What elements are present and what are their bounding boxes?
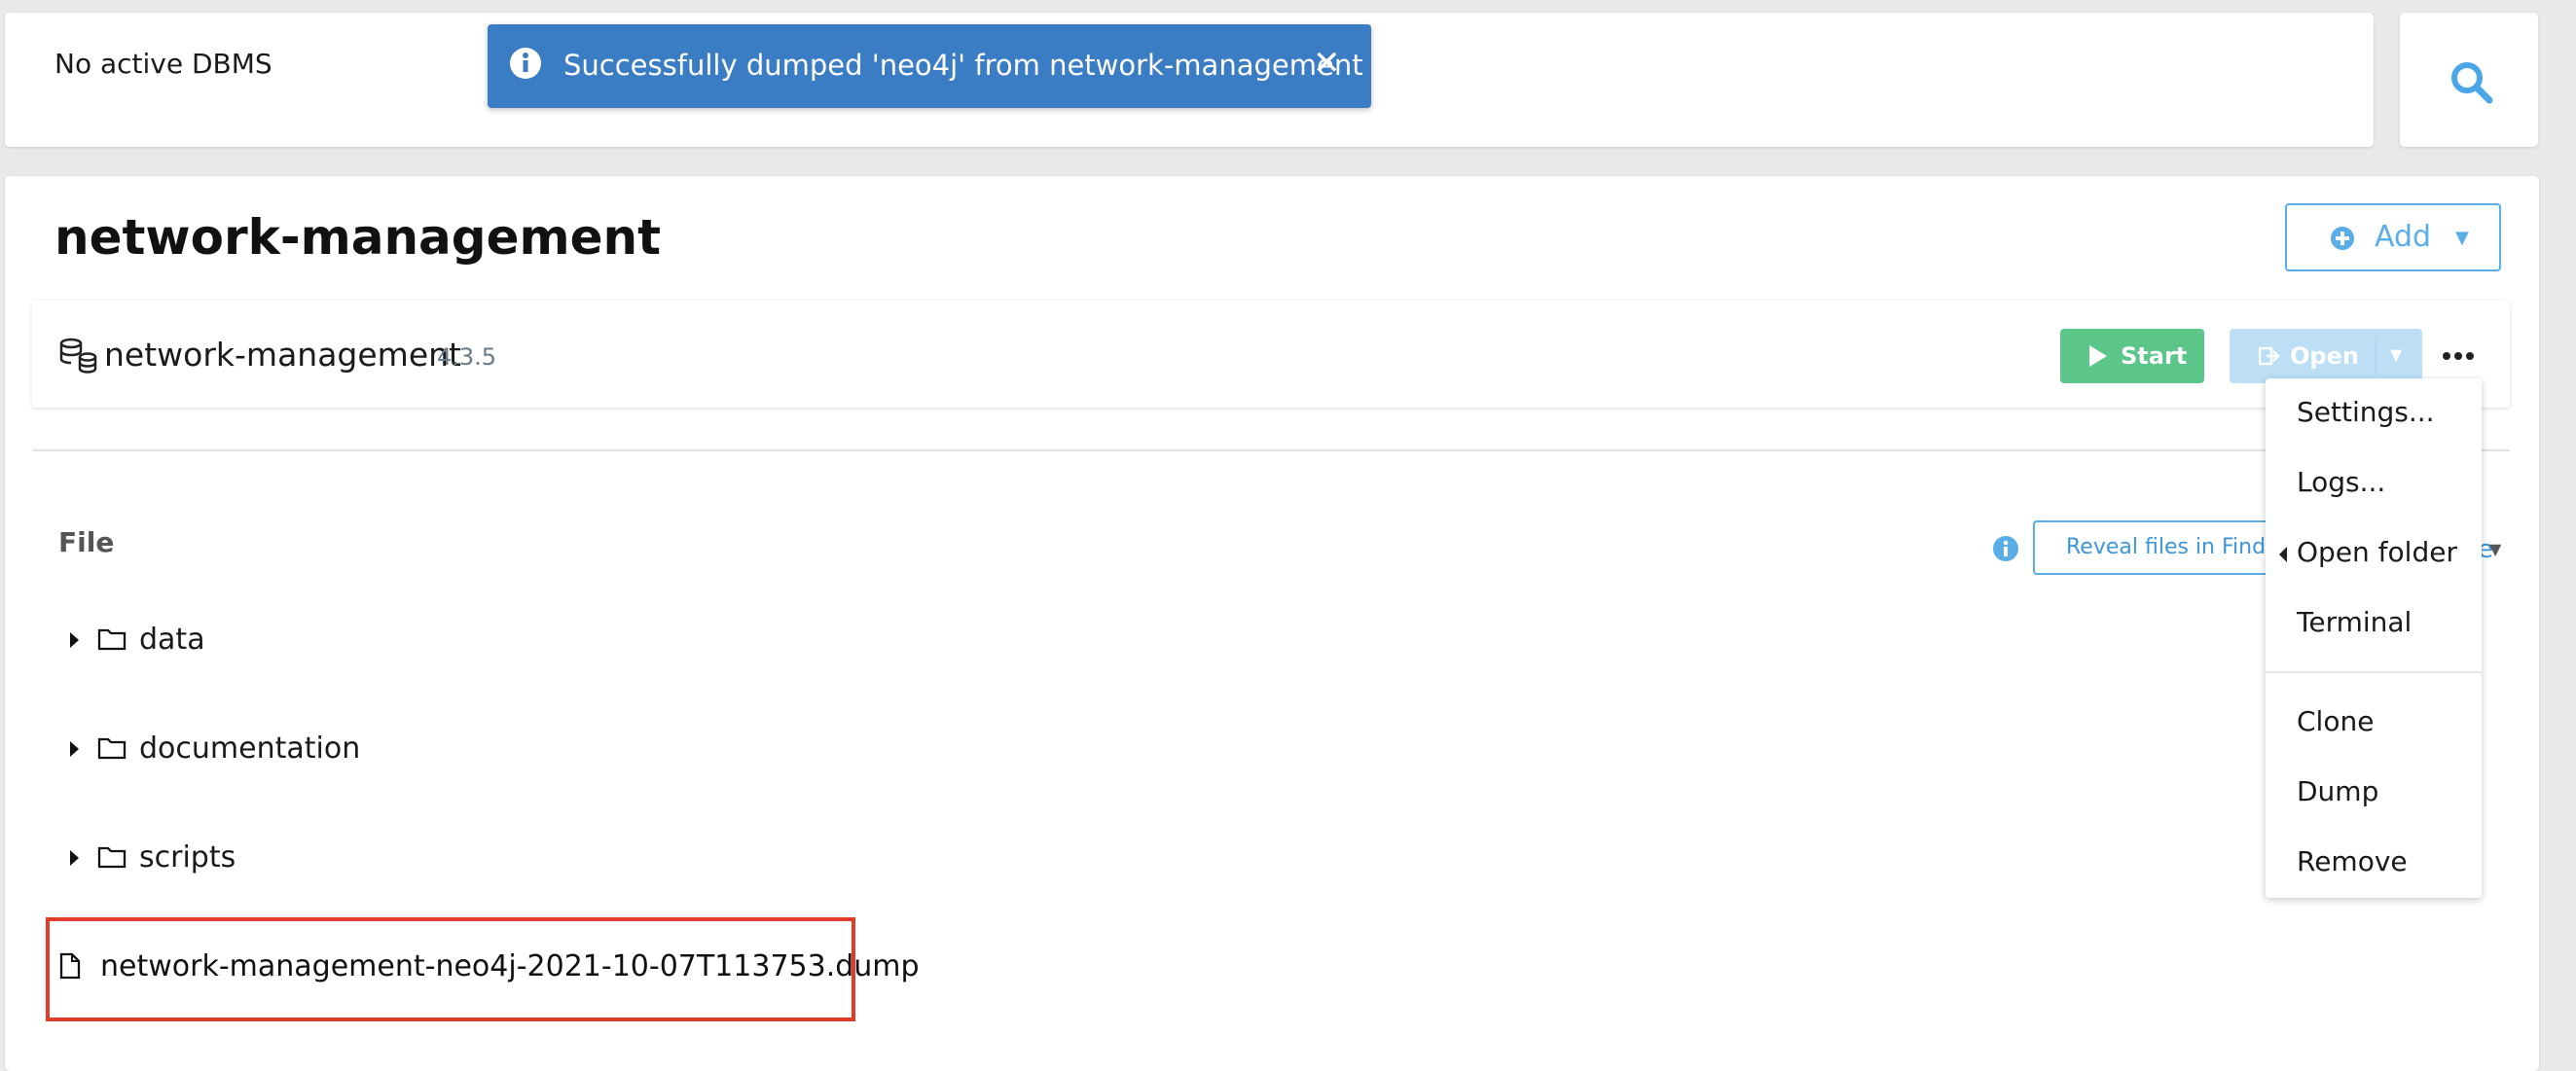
- play-icon: [2089, 345, 2107, 367]
- info-icon: [510, 48, 541, 79]
- open-button[interactable]: Open ▼: [2230, 329, 2422, 383]
- close-icon[interactable]: ✕: [1313, 44, 1341, 83]
- menu-item-settings[interactable]: Settings...: [2297, 394, 2435, 431]
- dbms-status-text: No active DBMS: [54, 48, 272, 80]
- chevron-down-icon: ▼: [2455, 228, 2469, 248]
- caret-right-icon[interactable]: [70, 632, 79, 648]
- dbms-context-menu: Settings... Logs... Open folder Terminal…: [2266, 378, 2482, 898]
- info-icon[interactable]: [1992, 535, 2019, 562]
- menu-item-terminal[interactable]: Terminal: [2297, 604, 2412, 641]
- search-icon[interactable]: [2448, 58, 2494, 105]
- file-icon: [59, 952, 81, 980]
- plus-circle-icon: [2331, 227, 2354, 250]
- menu-item-clone[interactable]: Clone: [2297, 703, 2374, 740]
- reveal-files-label: Reveal files in Finder: [2066, 535, 2288, 559]
- folder-item[interactable]: documentation: [139, 730, 360, 768]
- chevron-down-icon[interactable]: ▼: [2489, 538, 2501, 561]
- menu-item-dump[interactable]: Dump: [2297, 773, 2378, 810]
- database-icon: [59, 338, 97, 374]
- menu-divider: [2266, 671, 2482, 673]
- menu-item-open-folder[interactable]: Open folder: [2297, 534, 2457, 571]
- menu-item-logs[interactable]: Logs...: [2297, 464, 2385, 501]
- start-button-label: Start: [2121, 342, 2188, 370]
- more-horizontal-icon[interactable]: [2443, 345, 2478, 365]
- folder-item[interactable]: data: [139, 621, 205, 660]
- caret-right-icon[interactable]: [70, 741, 79, 757]
- success-toast: Successfully dumped 'neo4j' from network…: [488, 24, 1371, 108]
- folder-icon: [97, 737, 127, 760]
- caret-right-icon[interactable]: [70, 850, 79, 866]
- add-button-label: Add: [2375, 220, 2432, 254]
- divider: [32, 449, 2510, 451]
- page-title: network-management: [54, 209, 661, 266]
- open-external-icon: [2259, 346, 2280, 366]
- open-button-label: Open: [2290, 342, 2359, 370]
- chevron-down-icon[interactable]: ▼: [2390, 341, 2402, 369]
- menu-item-remove[interactable]: Remove: [2297, 843, 2408, 880]
- dbms-version: 4.3.5: [437, 343, 497, 371]
- add-button[interactable]: Add ▼: [2285, 203, 2501, 271]
- caret-left-icon: [2279, 547, 2287, 562]
- folder-icon: [97, 846, 127, 869]
- folder-item[interactable]: scripts: [139, 839, 236, 877]
- folder-icon: [97, 628, 127, 651]
- start-button[interactable]: Start: [2060, 329, 2204, 383]
- dbms-name: network-management: [104, 336, 461, 374]
- file-column-header: File: [58, 526, 115, 558]
- toast-message: Successfully dumped 'neo4j' from network…: [563, 49, 1363, 82]
- dump-file-item[interactable]: network-management-neo4j-2021-10-07T1137…: [100, 947, 920, 986]
